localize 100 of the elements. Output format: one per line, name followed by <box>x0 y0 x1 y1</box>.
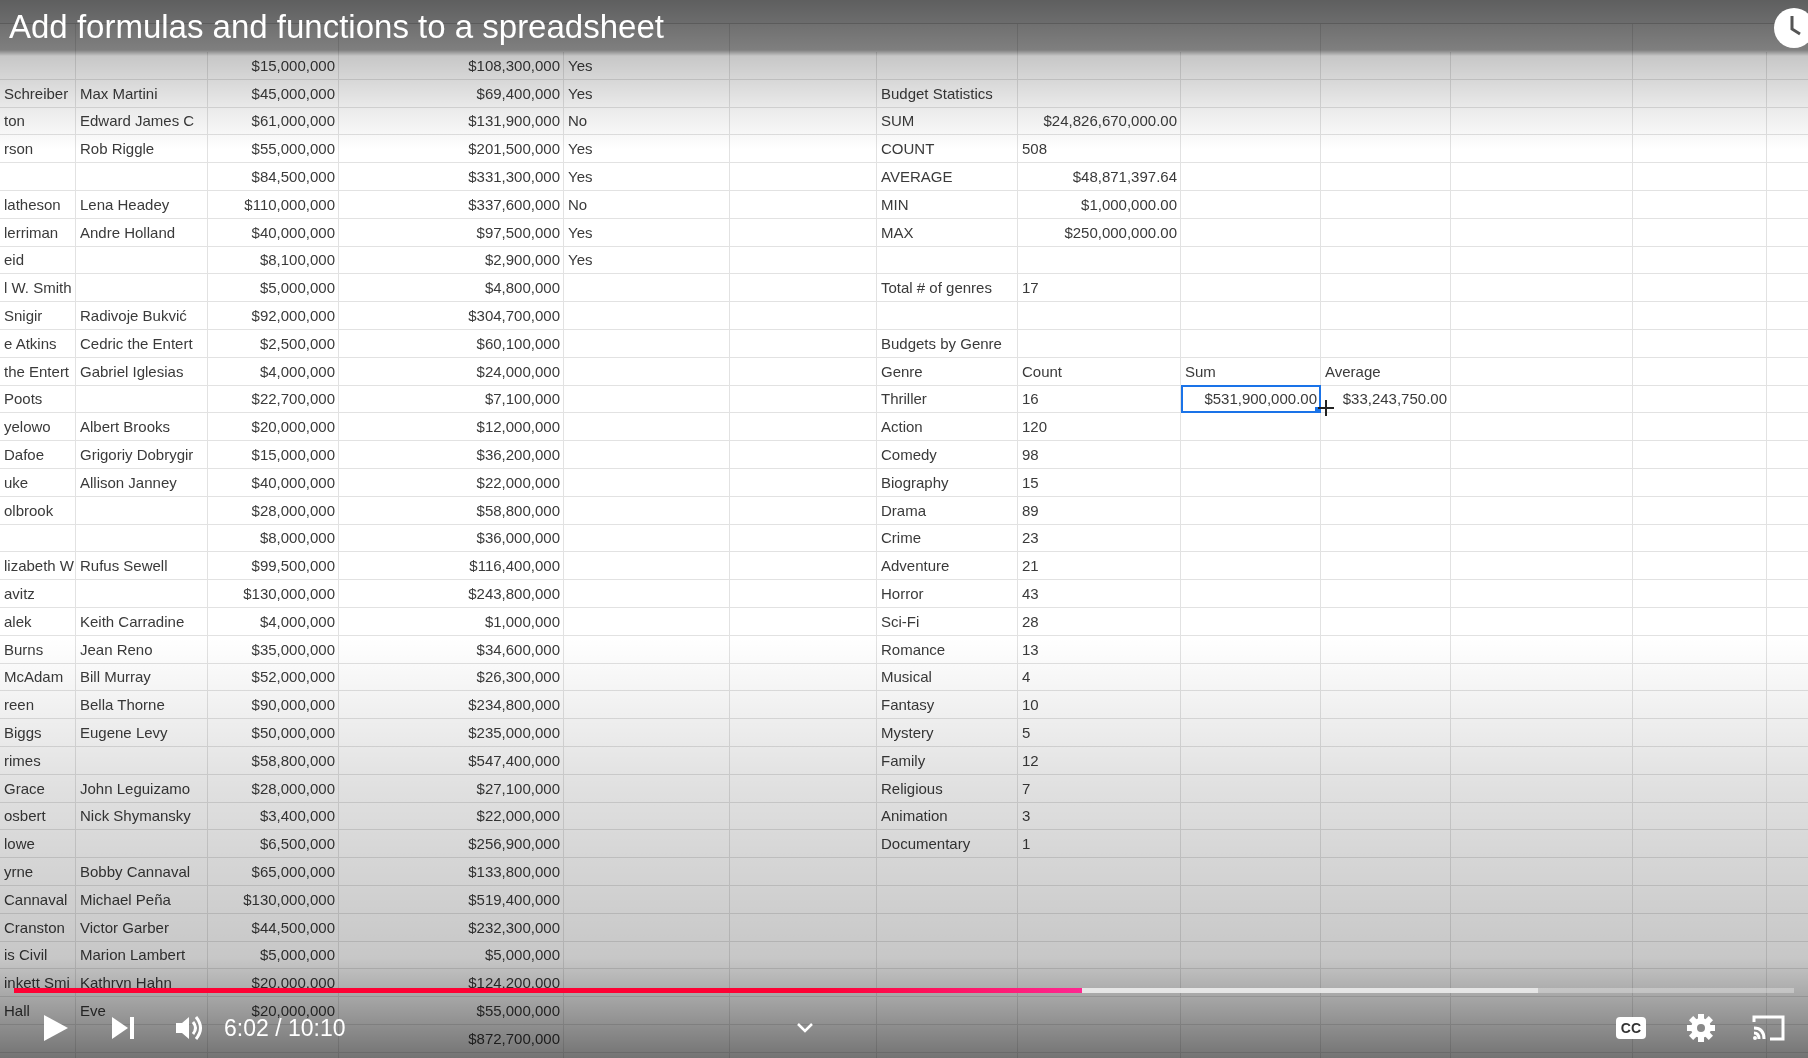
table-cell-text: $27,100,000 <box>475 778 561 799</box>
play-icon[interactable] <box>44 1015 68 1041</box>
table-cell-text: $55,000,000 <box>475 1000 561 1021</box>
table-cell-text: $99,500,000 <box>250 556 336 577</box>
table-cell-text: $26,300,000 <box>475 667 561 688</box>
table-cell-text: $40,000,000 <box>250 222 336 243</box>
table-cell-text: Keith Carradine <box>79 611 186 632</box>
table-cell-text: Fantasy <box>880 695 936 716</box>
table-cell-text: $12,000,000 <box>475 417 561 438</box>
table-cell-text: $232,300,000 <box>467 917 561 938</box>
table-cell-text: $35,000,000 <box>250 639 336 660</box>
table-cell-text: $2,500,000 <box>258 333 336 354</box>
table-cell-text: $22,000,000 <box>475 472 561 493</box>
table-cell-text: SUM <box>880 111 916 132</box>
table-cell-text: lowe <box>3 834 36 855</box>
table-cell-text: Yes <box>567 55 594 76</box>
table-cell-text: McAdam <box>3 667 65 688</box>
table-cell-text: Budget Statistics <box>880 83 994 104</box>
table-cell-text: 15 <box>1021 472 1040 493</box>
table-cell-text: $133,800,000 <box>467 861 561 882</box>
table-cell-text: Yes <box>567 167 594 187</box>
table-cell-text: Adventure <box>880 556 951 577</box>
table-cell-text: lerriman <box>3 222 60 243</box>
table-cell-text: $69,400,000 <box>475 83 561 104</box>
table-cell-text: Eugene Levy <box>79 722 169 743</box>
table-cell-text: Grigoriy Dobrygir <box>79 444 195 465</box>
table-cell-text: osbert <box>3 806 47 827</box>
table-cell-text: Cedric the Entert <box>79 333 194 354</box>
table-cell-text: $61,000,000 <box>250 111 336 132</box>
table-cell-text: $130,000,000 <box>242 889 336 910</box>
table-cell-text: MIN <box>880 194 910 215</box>
table-cell-text: Marion Lambert <box>79 945 187 966</box>
table-cell-text: $243,800,000 <box>467 583 561 604</box>
table-cell-text: Yes <box>567 139 594 160</box>
table-cell-text: Biography <box>880 472 950 493</box>
table-cell-text: $131,900,000 <box>467 111 561 132</box>
next-icon[interactable] <box>112 1017 134 1039</box>
cast-icon[interactable] <box>1752 1015 1785 1041</box>
table-cell-text: 98 <box>1021 444 1040 465</box>
table-cell-text: Cranston <box>3 917 66 938</box>
table-cell-text: $8,000,000 <box>258 528 336 549</box>
table-cell-text: $15,000,000 <box>250 55 336 76</box>
table-cell-text: Gabriel Iglesias <box>79 361 185 382</box>
table-cell-text: 21 <box>1021 556 1040 577</box>
table-cell-text: Sum <box>1184 361 1217 382</box>
settings-icon[interactable] <box>1687 1014 1715 1042</box>
table-cell-text: $235,000,000 <box>467 722 561 743</box>
table-cell: $33,243,750.00 <box>1321 385 1451 414</box>
table-cell-text: $331,300,000 <box>467 167 561 187</box>
table-cell-text: $108,300,000 <box>467 55 561 76</box>
clock-icon[interactable] <box>1774 8 1808 48</box>
table-cell-text: Musical <box>880 667 933 688</box>
table-cell-text: $4,000,000 <box>258 361 336 382</box>
table-cell-text: $337,600,000 <box>467 194 561 215</box>
table-cell-text: $24,000,000 <box>475 361 561 382</box>
table-cell-text: 120 <box>1021 417 1049 438</box>
table-cell-text: $20,000,000 <box>250 973 336 994</box>
table-cell-text: $28,000,000 <box>250 500 336 521</box>
table-cell-text: Animation <box>880 806 949 827</box>
table-cell-text: AVERAGE <box>880 167 954 187</box>
table-cell-text: 10 <box>1021 695 1040 716</box>
table-cell-text: Cannaval <box>3 889 69 910</box>
table-cell-text: Max Martini <box>79 83 159 104</box>
table-cell-text: Rufus Sewell <box>79 556 169 577</box>
table-cell-text: 5 <box>1021 722 1032 743</box>
table-cell-text: $201,500,000 <box>467 139 561 160</box>
table-cell-text: $124,200,000 <box>467 973 561 994</box>
volume-icon[interactable] <box>176 1016 202 1040</box>
video-title[interactable]: Add formulas and functions to a spreadsheet <box>9 8 664 46</box>
table-cell-text: $45,000,000 <box>250 83 336 104</box>
table-cell-text: No <box>567 111 589 132</box>
table-cell-text: $4,800,000 <box>483 278 561 299</box>
table-cell-text: $44,500,000 <box>250 917 336 938</box>
chevron-down-icon[interactable] <box>796 1023 813 1033</box>
table-cell-text: Burns <box>3 639 45 660</box>
table-cell-text: $547,400,000 <box>467 750 561 771</box>
table-cell-text: $110,000,000 <box>243 194 336 215</box>
table-cell-text: Schreiber <box>3 83 70 104</box>
table-cell-text: $3,400,000 <box>258 806 336 827</box>
table-cell-text: Poots <box>3 389 44 410</box>
table-cell-text: $5,000,000 <box>483 945 561 966</box>
table-cell-text: Romance <box>880 639 947 660</box>
table-cell-text: avitz <box>3 583 36 604</box>
table-cell-text: Allison Janney <box>79 472 178 493</box>
table-cell-text: latheson <box>3 194 62 215</box>
table-cell-text: rson <box>3 139 35 160</box>
table-cell-text: $65,000,000 <box>250 861 336 882</box>
table-cell-text: Dafoe <box>3 444 46 465</box>
table-cell-text: $50,000,000 <box>250 722 336 743</box>
table-cell-text: reen <box>3 695 36 716</box>
selected-cell[interactable]: $531,900,000.00 <box>1181 385 1321 414</box>
table-cell-text: Edward James C <box>79 111 196 132</box>
captions-button[interactable]: CC <box>1615 1017 1646 1039</box>
table-cell-text: Bill Murray <box>79 667 152 688</box>
table-cell-text: $28,000,000 <box>250 778 336 799</box>
table-cell-text: $36,000,000 <box>475 528 561 549</box>
table-cell-text: $34,600,000 <box>475 639 561 660</box>
table-cell-text: 1 <box>1021 834 1032 855</box>
table-cell-text: 28 <box>1021 611 1040 632</box>
table-cell-text: Drama <box>880 500 927 521</box>
